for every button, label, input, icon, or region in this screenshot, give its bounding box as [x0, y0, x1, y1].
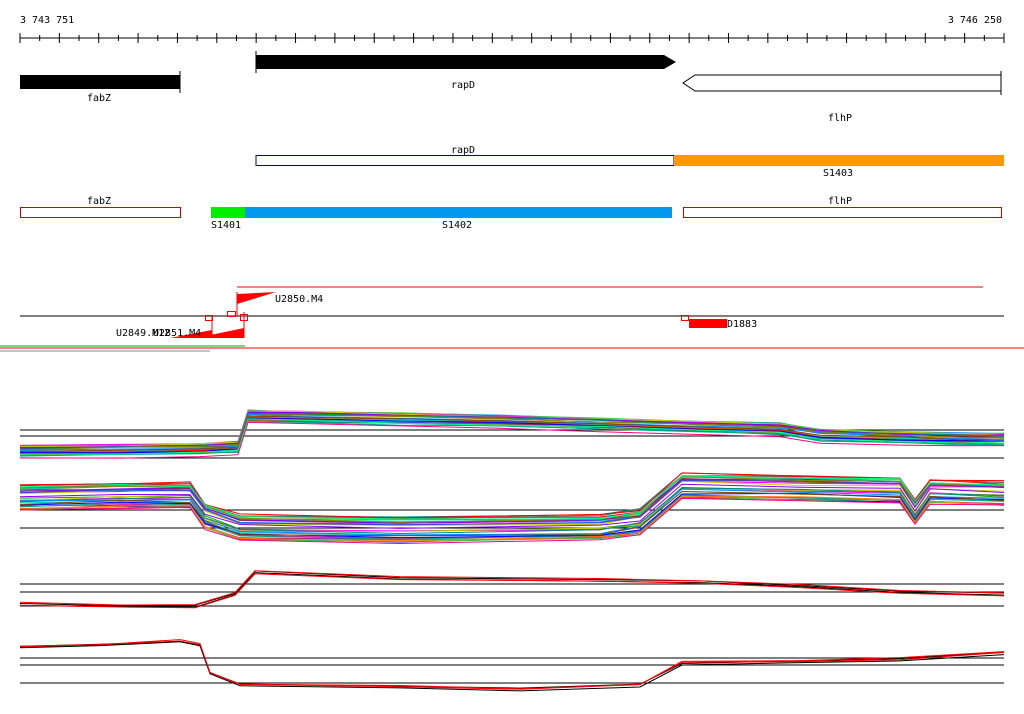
- segment-s1401-label: S1401: [211, 220, 241, 231]
- gene-flhp[interactable]: flhP: [682, 71, 1002, 124]
- signal-u2851-label: U2851.M4: [153, 328, 201, 339]
- gene-fabz-label: fabZ: [87, 93, 111, 104]
- segment-s1403-bar[interactable]: [674, 155, 1004, 166]
- signal-u2850[interactable]: U2850.M4: [236, 292, 323, 316]
- gene-track: fabZ rapD flhP: [20, 51, 1002, 124]
- segment-s1401-bar[interactable]: [211, 207, 245, 218]
- profile-panel-1: [19, 409, 1005, 459]
- annotation-rapd-box[interactable]: [255, 155, 675, 166]
- signal-u2850-label: U2850.M4: [275, 294, 323, 305]
- annotation-fabz-box[interactable]: [20, 207, 181, 218]
- annotation-flhp-box[interactable]: [683, 207, 1002, 218]
- gene-rapd-label: rapD: [451, 80, 475, 91]
- genome-browser-view: 3 743 751 3 746 250 fabZ rapD flhP rapD …: [0, 15, 1024, 692]
- profile-panel-4: [19, 639, 1005, 692]
- annotation-track-2: fabZ S1401 S1402 flhP: [20, 196, 1002, 231]
- segment-s1402-label: S1402: [442, 220, 472, 231]
- coverage-strip: [0, 345, 1024, 352]
- signal-u2850-triangle[interactable]: [237, 292, 276, 304]
- profile-panel-3: [19, 570, 1005, 609]
- segment-s1402-bar[interactable]: [245, 207, 672, 218]
- signal-d1883[interactable]: D1883: [681, 315, 758, 331]
- expression-profile-panels: [19, 409, 1005, 692]
- ruler-end-label: 3 746 250: [948, 15, 1002, 26]
- gene-fabz-bar[interactable]: [20, 75, 180, 89]
- signal-d1883-bar[interactable]: [689, 319, 727, 328]
- gene-flhp-label: flhP: [828, 113, 852, 124]
- annotation-track-1: rapD S1403: [255, 145, 1004, 179]
- annotation-rapd-label: rapD: [451, 145, 475, 156]
- segment-s1403-label: S1403: [823, 168, 853, 179]
- signal-d1883-label: D1883: [727, 319, 757, 330]
- expression-profile-line: [19, 641, 1005, 692]
- ruler-start-label: 3 743 751: [20, 15, 74, 26]
- annotation-flhp-label: flhP: [828, 196, 852, 207]
- gene-fabz[interactable]: fabZ: [20, 71, 181, 104]
- coordinate-ruler: 3 743 751 3 746 250: [19, 15, 1005, 43]
- annotation-fabz-label: fabZ: [87, 196, 111, 207]
- gene-flhp-arrow[interactable]: [682, 74, 1002, 92]
- expression-profile-line: [19, 639, 1005, 690]
- signal-feature-track: U2850.M4 U2849.M12 U2851.M4 D1883: [0, 286, 1024, 352]
- gene-rapd[interactable]: rapD: [255, 51, 676, 91]
- expression-profile-line: [19, 570, 1005, 606]
- profile-panel-2: [19, 472, 1005, 545]
- gene-rapd-arrow[interactable]: [256, 55, 676, 69]
